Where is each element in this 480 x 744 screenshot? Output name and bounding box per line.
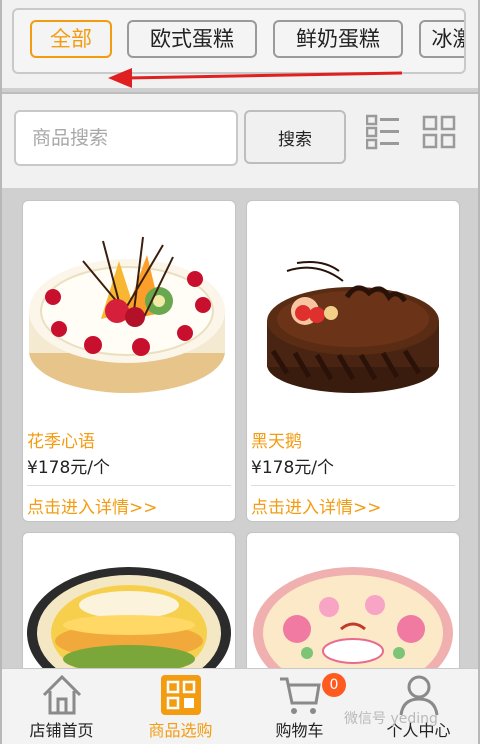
shop-grid-icon xyxy=(161,675,201,715)
nav-shop-label: 商品选购 xyxy=(148,721,213,740)
fruit-cake-image xyxy=(29,236,225,393)
app-screen: 全部 欧式蛋糕 鲜奶蛋糕 冰激凌蛋糕 搜索 xyxy=(0,0,480,744)
bottom-nav: 店铺首页 商品选购 0 购物车 个人中心 xyxy=(2,668,478,744)
product-card[interactable]: 黑天鹅 ¥178元/个 点击进入详情>> xyxy=(246,200,460,522)
category-tab-all[interactable]: 全部 xyxy=(30,20,112,58)
nav-cart-label: 购物车 xyxy=(275,721,324,740)
nav-shop[interactable]: 商品选购 xyxy=(121,669,240,744)
product-price: ¥178元/个 xyxy=(251,458,334,478)
product-detail-link[interactable]: 点击进入详情>> xyxy=(251,493,382,518)
category-tab-european[interactable]: 欧式蛋糕 xyxy=(127,20,257,58)
chocolate-cake-image xyxy=(267,261,439,393)
cart-icon xyxy=(280,677,321,714)
product-grid: 花季心语 ¥178元/个 点击进入详情>> 黑天鹅 ¥178元/个 点击进入详情… xyxy=(2,190,478,732)
category-tab-ice-cream[interactable]: 冰激凌蛋糕 xyxy=(419,20,464,58)
product-card[interactable]: 花季心语 ¥178元/个 点击进入详情>> xyxy=(22,200,236,522)
search-row: 搜索 xyxy=(2,92,478,188)
nav-home[interactable]: 店铺首页 xyxy=(2,669,121,744)
nav-home-label: 店铺首页 xyxy=(29,721,94,740)
search-button[interactable]: 搜索 xyxy=(244,110,346,164)
list-view-icon[interactable] xyxy=(366,114,400,150)
watermark: 微信号 yeding xyxy=(344,711,438,727)
divider xyxy=(27,485,231,486)
swipe-arrow-icon xyxy=(108,68,403,88)
home-icon xyxy=(42,674,82,715)
product-name: 花季心语 xyxy=(27,432,95,452)
divider xyxy=(251,485,455,486)
product-detail-link[interactable]: 点击进入详情>> xyxy=(27,493,158,518)
nav-cart[interactable]: 0 购物车 xyxy=(240,669,359,744)
product-price: ¥178元/个 xyxy=(27,458,110,478)
category-bar: 全部 欧式蛋糕 鲜奶蛋糕 冰激凌蛋糕 xyxy=(2,0,478,88)
grid-view-icon[interactable] xyxy=(422,114,456,150)
nav-profile[interactable]: 个人中心 xyxy=(359,669,478,744)
category-tab-fresh-cream[interactable]: 鲜奶蛋糕 xyxy=(273,20,403,58)
cart-count-badge: 0 xyxy=(322,673,346,697)
product-name: 黑天鹅 xyxy=(251,432,302,452)
search-input[interactable] xyxy=(14,110,238,166)
